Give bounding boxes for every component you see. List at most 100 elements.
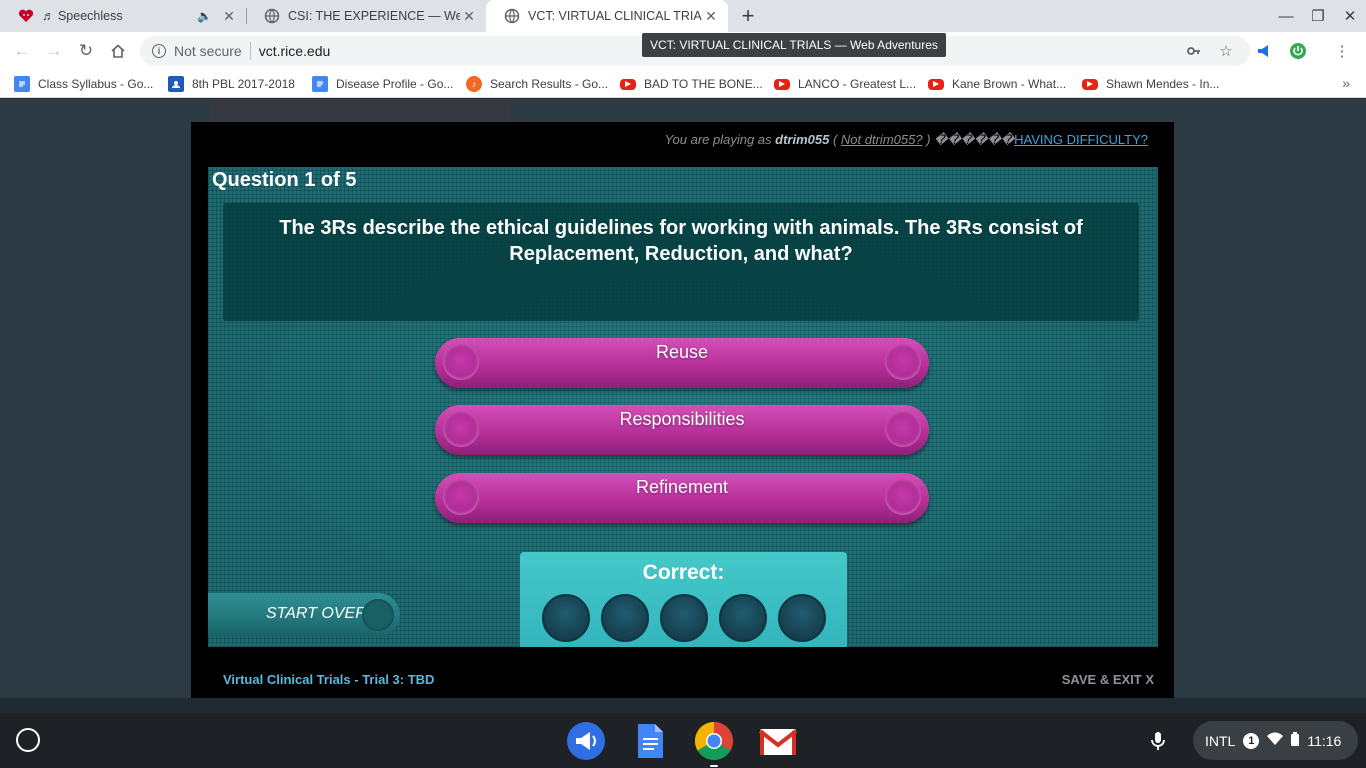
minimize-icon[interactable]: — <box>1276 6 1296 26</box>
os-shelf: INTL 1 11:16 <box>0 713 1366 768</box>
tab-title: ♬ Speechless <box>42 9 123 23</box>
new-tab-button[interactable]: + <box>736 3 760 28</box>
answer-label: Responsibilities <box>619 409 745 429</box>
classroom-icon <box>168 76 184 92</box>
home-icon[interactable] <box>106 39 130 63</box>
not-user-link[interactable]: Not dtrim055? <box>841 132 923 147</box>
active-indicator <box>710 765 718 767</box>
question-text: The 3Rs describe the ethical guidelines … <box>279 217 1083 265</box>
save-exit-button[interactable]: SAVE & EXIT X <box>1062 672 1154 687</box>
tab-csi[interactable]: CSI: THE EXPERIENCE — Web Ac ✕ <box>246 0 486 32</box>
globe-icon <box>264 8 280 24</box>
restore-icon[interactable]: ❐ <box>1308 6 1328 26</box>
close-icon[interactable]: ✕ <box>220 7 238 25</box>
microphone-icon[interactable] <box>1146 729 1170 753</box>
score-dot <box>601 594 649 642</box>
score-dot <box>778 594 826 642</box>
status-tray[interactable]: INTL 1 11:16 <box>1193 721 1358 760</box>
notification-badge: 1 <box>1243 732 1260 749</box>
score-dot <box>719 594 767 642</box>
bookmark-label: Class Syllabus - Go... <box>38 77 154 91</box>
bookmark-item[interactable]: Shawn Mendes - In... <box>1082 75 1219 93</box>
bookmarks-bar: Class Syllabus - Go... 8th PBL 2017-2018… <box>0 70 1366 98</box>
key-icon[interactable] <box>1184 41 1204 61</box>
answer-button-refinement[interactable]: Refinement <box>435 473 929 523</box>
bookmark-item[interactable]: Class Syllabus - Go... <box>14 75 153 93</box>
button-knob <box>362 599 394 631</box>
tab-strip: ♬ Speechless 🔈 ✕ CSI: THE EXPERIENCE — W… <box>0 0 1366 32</box>
bookmark-item[interactable]: ♪ Search Results - Go... <box>466 75 608 93</box>
docs-icon <box>312 76 328 92</box>
answer-label: Refinement <box>635 477 729 497</box>
reload-icon[interactable]: ↻ <box>74 39 98 63</box>
bookmark-label: Kane Brown - What... <box>952 77 1067 91</box>
gmail-icon[interactable] <box>758 721 798 761</box>
score-dot <box>660 594 708 642</box>
clock: 11:16 <box>1307 732 1342 749</box>
answer-button-reuse[interactable]: Reuse <box>435 338 929 388</box>
music-icon: ♪ <box>466 76 482 92</box>
question-box: The 3Rs describe the ethical guidelines … <box>223 203 1139 321</box>
question-number: Question 1 of 5 <box>212 169 357 191</box>
bookmark-item[interactable]: BAD TO THE BONE... <box>620 75 763 93</box>
answer-label: Reuse <box>655 342 709 362</box>
having-difficulty-link[interactable]: HAVING DIFFICULTY? <box>1014 132 1148 147</box>
bookmark-label: Search Results - Go... <box>490 77 609 91</box>
speaker-muted-icon[interactable]: 🔈 <box>197 9 212 23</box>
menu-icon[interactable]: ⋮ <box>1332 41 1352 61</box>
youtube-icon <box>774 78 790 90</box>
tab-tooltip: VCT: VIRTUAL CLINICAL TRIALS — Web Adven… <box>642 33 946 57</box>
quiz-stage: Question 1 of 5 The 3Rs describe the eth… <box>208 167 1158 647</box>
bookmark-label: LANCO - Greatest L... <box>798 77 917 91</box>
bookmark-label: BAD TO THE BONE... <box>644 77 763 91</box>
web-page: You are playing as dtrim055 ( Not dtrim0… <box>0 99 1366 698</box>
close-icon[interactable]: ✕ <box>702 7 720 25</box>
tab-vct[interactable]: VCT: VIRTUAL CLINICAL TRIALS ✕ <box>486 0 728 32</box>
start-over-label: START OVER <box>266 605 367 622</box>
globe-icon <box>504 8 520 24</box>
playing-prefix: You are playing as <box>664 132 772 147</box>
announcify-extension-icon[interactable] <box>1254 41 1274 61</box>
security-label: Not secure <box>174 43 242 59</box>
username: dtrim055 <box>775 132 830 147</box>
tab-speechless[interactable]: ♬ Speechless 🔈 ✕ <box>0 0 246 32</box>
tab-title: CSI: THE EXPERIENCE — Web Ac <box>288 9 460 23</box>
correct-panel: Correct: <box>520 552 847 647</box>
google-docs-icon[interactable] <box>630 721 670 761</box>
bookmark-label: Shawn Mendes - In... <box>1106 77 1220 91</box>
bookmark-item[interactable]: Kane Brown - What... <box>928 75 1066 93</box>
star-icon[interactable]: ☆ <box>1216 41 1236 61</box>
url-text[interactable]: vct.rice.edu <box>259 43 331 59</box>
omnibox-divider <box>249 42 251 60</box>
announcify-app-icon[interactable] <box>566 721 606 761</box>
launcher-icon[interactable] <box>16 728 40 752</box>
youtube-icon <box>928 78 944 90</box>
input-method: INTL <box>1205 732 1236 749</box>
bookmark-item[interactable]: 8th PBL 2017-2018 <box>168 75 295 93</box>
info-icon[interactable]: i <box>152 44 166 58</box>
chrome-icon[interactable] <box>694 721 734 767</box>
youtube-icon <box>620 78 636 90</box>
bookmark-label: 8th PBL 2017-2018 <box>192 77 295 91</box>
forward-icon[interactable]: → <box>42 39 66 63</box>
close-window-icon[interactable]: ✕ <box>1340 6 1360 26</box>
docs-icon <box>14 76 30 92</box>
score-dot <box>542 594 590 642</box>
bookmark-item[interactable]: LANCO - Greatest L... <box>774 75 916 93</box>
close-icon[interactable]: ✕ <box>460 7 478 25</box>
start-over-button[interactable]: START OVER <box>208 593 400 637</box>
bookmarks-overflow-button[interactable]: » <box>1342 75 1350 91</box>
bookmark-item[interactable]: Disease Profile - Go... <box>312 75 453 93</box>
player-status: You are playing as dtrim055 ( Not dtrim0… <box>664 132 1148 147</box>
wifi-icon <box>1267 732 1284 749</box>
correct-label: Correct: <box>642 561 725 584</box>
youtube-icon <box>1082 78 1098 90</box>
footer-title: Virtual Clinical Trials - Trial 3: TBD <box>223 672 435 687</box>
power-extension-icon[interactable] <box>1288 41 1308 61</box>
battery-icon <box>1291 732 1300 749</box>
back-icon[interactable]: ← <box>10 39 34 63</box>
game-container: You are playing as dtrim055 ( Not dtrim0… <box>191 122 1174 698</box>
answer-button-responsibilities[interactable]: Responsibilities <box>435 405 929 455</box>
iheart-icon <box>18 8 34 24</box>
tab-title: VCT: VIRTUAL CLINICAL TRIALS <box>528 9 702 23</box>
